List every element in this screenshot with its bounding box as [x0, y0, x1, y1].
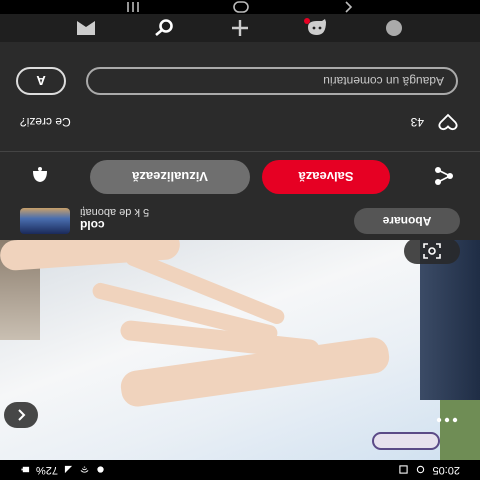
profile-icon: [385, 20, 402, 36]
nav-profile[interactable]: [378, 17, 410, 39]
image-icon: [399, 465, 409, 475]
shirt-print: [372, 432, 440, 450]
status-left: 20:05: [398, 464, 460, 476]
reaction-count: 43: [410, 115, 424, 129]
battery-icon: [21, 467, 30, 473]
creator-row: cold 5 k de abonați Abonare: [0, 200, 480, 240]
action-row: Salvează Vizualizează: [0, 152, 480, 200]
save-button[interactable]: Salvează: [262, 160, 390, 194]
lens-scan-icon: [423, 243, 441, 259]
pin-image[interactable]: [0, 240, 480, 460]
bottom-navigation: [0, 14, 480, 42]
comment-input[interactable]: [86, 67, 458, 95]
nav-create[interactable]: [224, 17, 256, 39]
heart-icon[interactable]: [438, 113, 458, 131]
system-home-icon[interactable]: [231, 1, 251, 13]
wifi-icon: [80, 466, 89, 474]
comments-heading: Ce crezi?: [20, 115, 71, 129]
signal-icon: [64, 466, 73, 474]
chevron-left-icon: [18, 409, 26, 421]
more-dots-icon: [436, 417, 458, 423]
system-navigation: [0, 0, 480, 14]
share-icon[interactable]: [432, 166, 456, 186]
system-back-icon[interactable]: [341, 1, 355, 13]
subscribe-button[interactable]: Abonare: [354, 208, 460, 234]
status-time: 20:05: [432, 464, 460, 476]
notification-dot: [303, 18, 310, 24]
creator-name[interactable]: cold: [80, 218, 150, 232]
system-recents-icon[interactable]: [125, 1, 141, 13]
comments-panel: Ce crezi? 43 A: [0, 42, 480, 152]
create-icon: [232, 20, 249, 36]
photo-background-foliage: [440, 400, 480, 460]
home-icon: [77, 21, 96, 35]
nav-home[interactable]: [70, 17, 102, 39]
status-right: 72%: [20, 464, 106, 476]
creator-avatar[interactable]: [20, 208, 70, 234]
photo-background-jeans: [420, 240, 480, 400]
visual-search-button[interactable]: [404, 240, 460, 264]
sync-icon: [417, 466, 425, 474]
notification-icon[interactable]: [28, 166, 52, 186]
status-bar: 20:05 72%: [0, 460, 480, 480]
nav-messages[interactable]: [301, 17, 333, 39]
back-button[interactable]: [4, 402, 38, 428]
view-button[interactable]: Vizualizează: [90, 160, 250, 194]
user-avatar[interactable]: A: [16, 67, 66, 95]
battery-level: 72%: [36, 464, 59, 476]
alarm-icon: [97, 466, 104, 474]
app-screen: 20:05 72% cold 5 k de abonați Abonare Sa…: [0, 0, 480, 480]
creator-subscriber-count: 5 k de abonați: [80, 206, 150, 218]
nav-search[interactable]: [147, 17, 179, 39]
more-options-button[interactable]: [434, 410, 460, 430]
search-icon: [155, 19, 174, 36]
